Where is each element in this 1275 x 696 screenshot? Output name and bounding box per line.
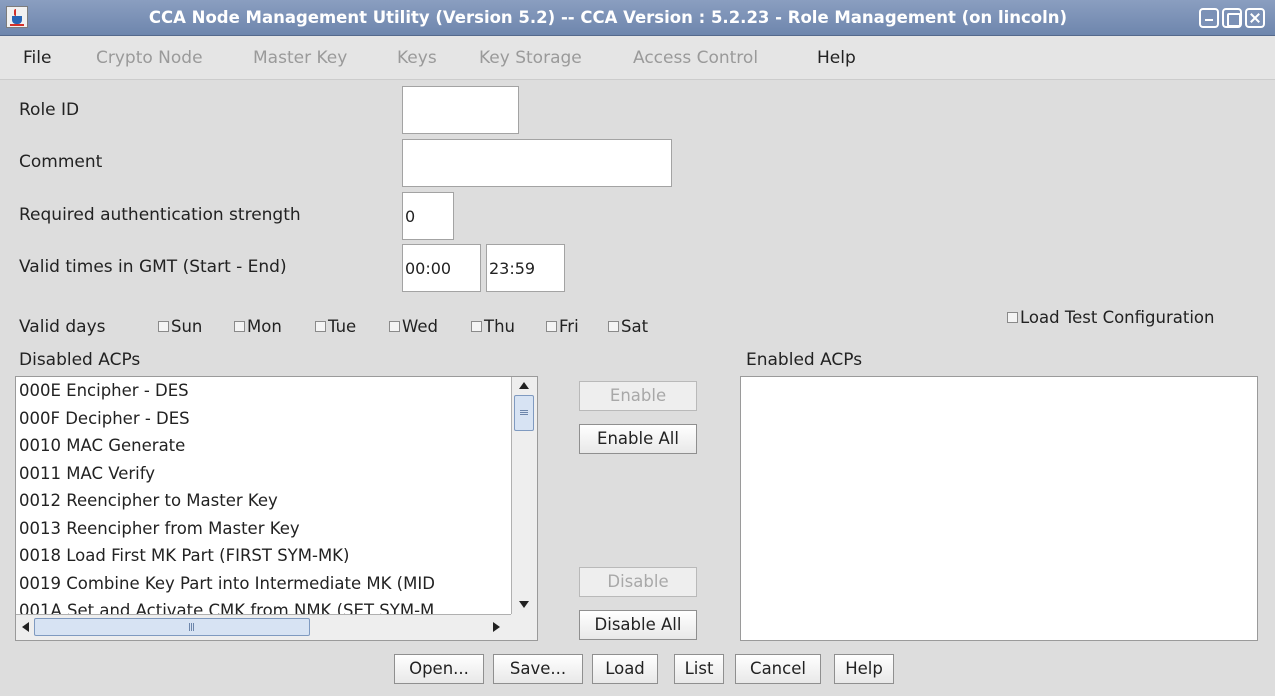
cancel-button[interactable]: Cancel [735, 654, 821, 684]
auth-strength-label: Required authentication strength [19, 205, 301, 225]
checkbox-box[interactable] [546, 321, 557, 332]
role-id-label: Role ID [19, 100, 80, 120]
close-button[interactable] [1245, 8, 1265, 28]
checkbox-sat[interactable]: Sat [608, 316, 648, 338]
checkbox-box[interactable] [1007, 312, 1018, 323]
list-item[interactable]: 000E Encipher - DES [16, 377, 511, 405]
checkbox-box[interactable] [234, 321, 245, 332]
checkbox-box[interactable] [608, 321, 619, 332]
window-title: CCA Node Management Utility (Version 5.2… [148, 8, 1068, 27]
help-button[interactable]: Help [834, 654, 894, 684]
horizontal-scroll-thumb[interactable] [34, 618, 310, 636]
list-item[interactable]: 0011 MAC Verify [16, 460, 511, 488]
enabled-acps-list[interactable] [740, 376, 1258, 641]
disabled-acps-label: Disabled ACPs [19, 350, 141, 370]
enabled-acps-label: Enabled ACPs [746, 350, 863, 370]
enable-button[interactable]: Enable [579, 381, 697, 411]
title-bar[interactable]: CCA Node Management Utility (Version 5.2… [0, 0, 1275, 36]
load-test-config-checkbox[interactable]: Load Test Configuration [1007, 307, 1214, 329]
enable-all-button[interactable]: Enable All [579, 424, 697, 454]
menu-keys[interactable]: Keys [397, 36, 437, 80]
checkbox-sun[interactable]: Sun [158, 316, 202, 338]
end-time-input[interactable] [486, 244, 565, 292]
scroll-left-arrow-icon[interactable] [22, 622, 29, 632]
maximize-button[interactable] [1222, 8, 1242, 28]
list-item[interactable]: 0019 Combine Key Part into Intermediate … [16, 570, 511, 598]
role-id-input[interactable] [402, 86, 519, 134]
scroll-right-arrow-icon[interactable] [493, 622, 500, 632]
menu-file[interactable]: File [23, 36, 51, 80]
vertical-scroll-thumb[interactable] [514, 395, 534, 431]
comment-label: Comment [19, 152, 103, 172]
menu-bar: File Crypto Node Master Key Keys Key Sto… [0, 36, 1275, 80]
scroll-down-arrow-icon[interactable] [519, 601, 529, 608]
horizontal-scrollbar[interactable] [16, 614, 511, 640]
save-button[interactable]: Save... [493, 654, 583, 684]
list-item[interactable]: 0013 Reencipher from Master Key [16, 515, 511, 543]
list-item[interactable]: 0012 Reencipher to Master Key [16, 487, 511, 515]
checkbox-fri[interactable]: Fri [546, 316, 579, 338]
java-app-icon[interactable] [6, 6, 28, 28]
checkbox-mon[interactable]: Mon [234, 316, 282, 338]
checkbox-box[interactable] [158, 321, 169, 332]
valid-days-label: Valid days [19, 317, 106, 337]
disable-button[interactable]: Disable [579, 567, 697, 597]
menu-help[interactable]: Help [817, 36, 856, 80]
load-button[interactable]: Load [592, 654, 658, 684]
list-button[interactable]: List [674, 654, 724, 684]
list-item[interactable]: 0010 MAC Generate [16, 432, 511, 460]
menu-crypto-node[interactable]: Crypto Node [96, 36, 203, 80]
open-button[interactable]: Open... [394, 654, 484, 684]
checkbox-tue[interactable]: Tue [315, 316, 356, 338]
start-time-input[interactable] [402, 244, 481, 292]
menu-master-key[interactable]: Master Key [253, 36, 347, 80]
menu-access-control[interactable]: Access Control [633, 36, 758, 80]
disabled-acps-viewport: 000E Encipher - DES 000F Decipher - DES … [16, 377, 511, 614]
checkbox-box[interactable] [389, 321, 400, 332]
scroll-up-arrow-icon[interactable] [519, 382, 529, 389]
auth-strength-input[interactable] [402, 192, 454, 240]
list-item[interactable]: 0018 Load First MK Part (FIRST SYM-MK) [16, 542, 511, 570]
valid-times-label: Valid times in GMT (Start - End) [19, 257, 287, 277]
vertical-scrollbar[interactable] [511, 377, 537, 614]
checkbox-thu[interactable]: Thu [471, 316, 515, 338]
checkbox-wed[interactable]: Wed [389, 316, 438, 338]
comment-input[interactable] [402, 139, 672, 187]
list-item[interactable]: 001A Set and Activate CMK from NMK (SET … [16, 597, 511, 614]
checkbox-box[interactable] [471, 321, 482, 332]
scroll-corner [511, 614, 537, 640]
menu-key-storage[interactable]: Key Storage [479, 36, 582, 80]
checkbox-box[interactable] [315, 321, 326, 332]
disable-all-button[interactable]: Disable All [579, 610, 697, 640]
disabled-acps-list[interactable]: 000E Encipher - DES 000F Decipher - DES … [15, 376, 538, 641]
list-item[interactable]: 000F Decipher - DES [16, 405, 511, 433]
minimize-button[interactable] [1199, 8, 1219, 28]
